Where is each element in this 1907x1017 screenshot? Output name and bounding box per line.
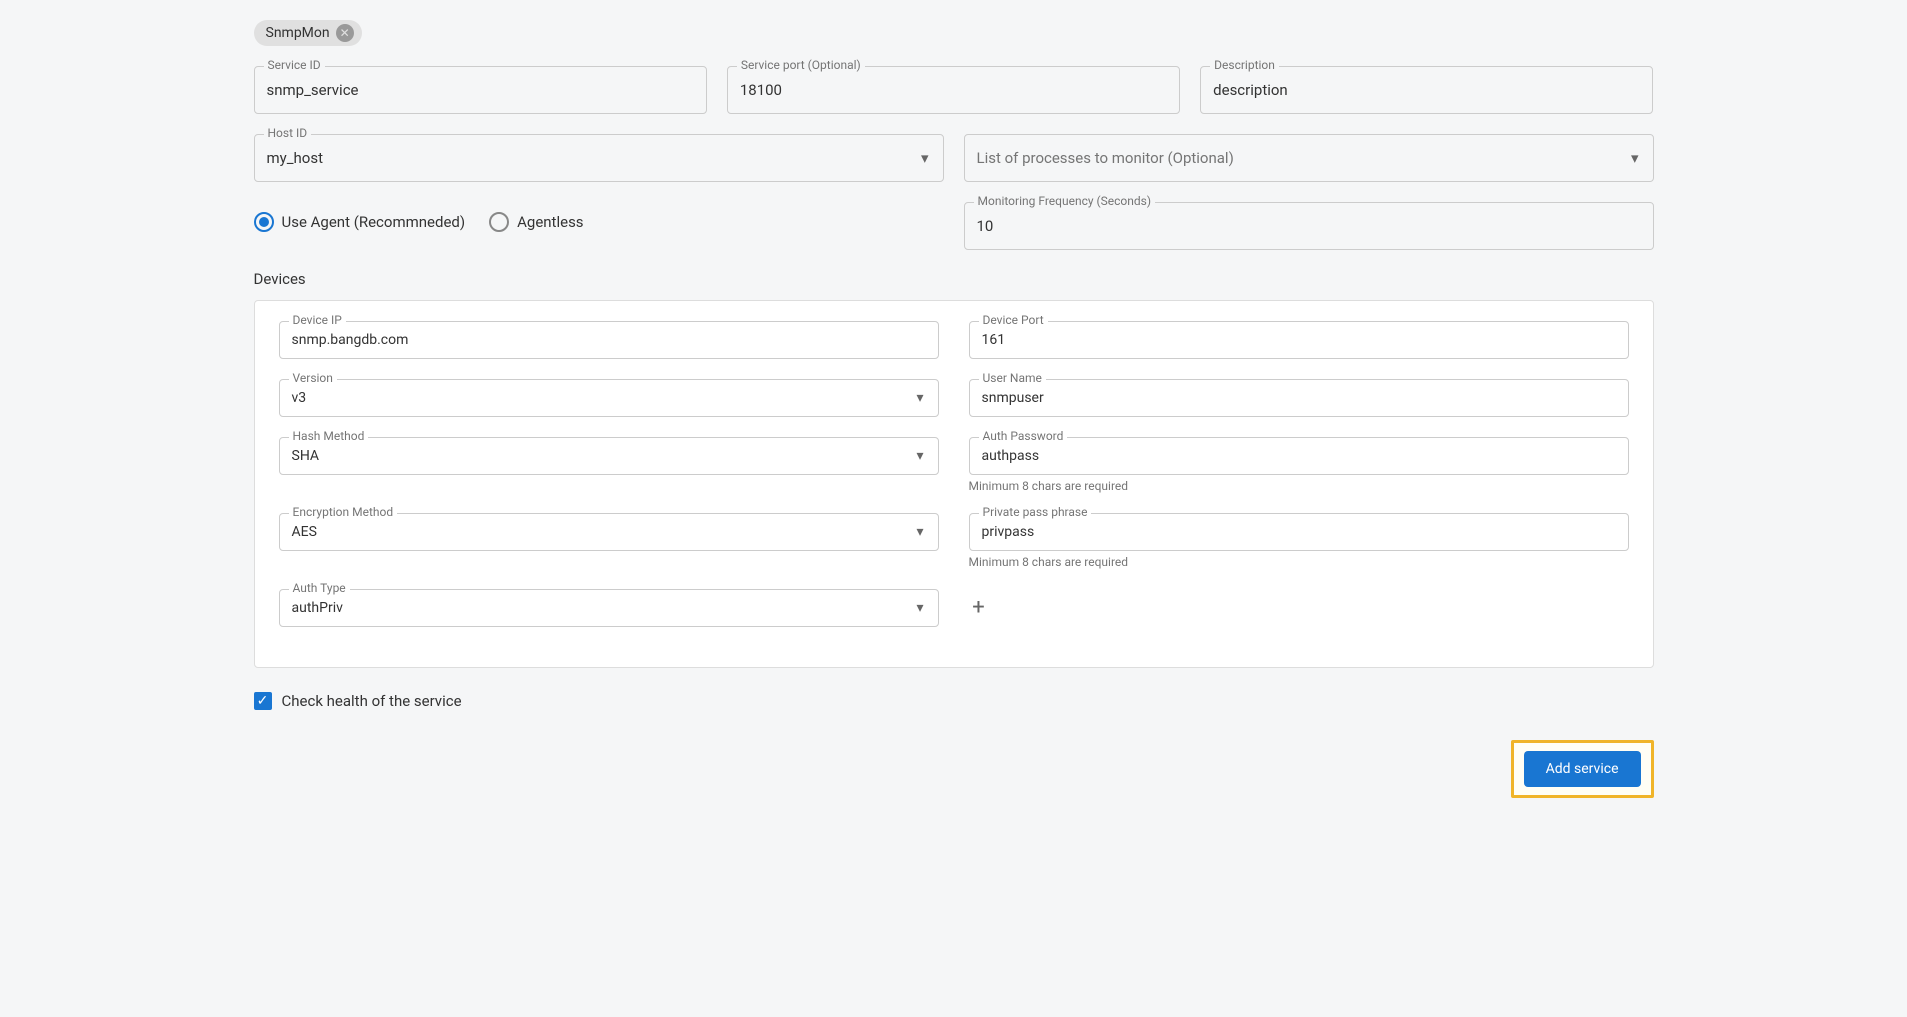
field-add-device: + [969,589,1629,627]
radio-icon-checked [254,212,274,232]
input-auth-password[interactable] [969,437,1629,475]
chip-close-icon[interactable]: ✕ [336,24,354,42]
field-auth-password: Auth Password Minimum 8 chars are requir… [969,437,1629,493]
label-user-name: User Name [979,371,1046,385]
chevron-down-icon: ▾ [916,390,923,406]
input-service-port[interactable] [727,66,1180,114]
label-host-id: Host ID [264,126,312,140]
checkbox-label-health: Check health of the service [282,692,462,710]
chip-snmpmon: SnmpMon ✕ [254,20,362,46]
label-monitoring-freq: Monitoring Frequency (Seconds) [974,194,1156,208]
label-description: Description [1210,58,1279,72]
chip-label: SnmpMon [266,25,330,41]
helper-private-pass: Minimum 8 chars are required [969,555,1629,569]
label-private-pass: Private pass phrase [979,505,1092,519]
chevron-down-icon: ▾ [916,600,923,616]
select-hash-method-value: SHA [292,448,320,464]
field-host-id: Host ID my_host ▾ [254,134,944,182]
field-encryption-method: Encryption Method AES ▾ [279,513,939,569]
select-process-list[interactable]: List of processes to monitor (Optional) … [964,134,1654,182]
select-version[interactable]: v3 ▾ [279,379,939,417]
field-version: Version v3 ▾ [279,379,939,417]
field-description: Description [1200,66,1653,114]
label-auth-password: Auth Password [979,429,1068,443]
radio-agentless[interactable]: Agentless [489,212,583,232]
field-hash-method: Hash Method SHA ▾ [279,437,939,493]
select-host-id[interactable]: my_host ▾ [254,134,944,182]
input-device-ip[interactable] [279,321,939,359]
checkbox-health[interactable]: ✓ Check health of the service [254,692,1654,710]
radio-icon-unchecked [489,212,509,232]
field-auth-type: Auth Type authPriv ▾ [279,589,939,627]
label-auth-type: Auth Type [289,581,350,595]
chevron-down-icon: ▾ [916,448,923,464]
field-private-pass: Private pass phrase Minimum 8 chars are … [969,513,1629,569]
field-user-name: User Name [969,379,1629,417]
select-auth-type[interactable]: authPriv ▾ [279,589,939,627]
helper-auth-password: Minimum 8 chars are required [969,479,1629,493]
label-hash-method: Hash Method [289,429,369,443]
input-service-id[interactable] [254,66,707,114]
field-service-id: Service ID [254,66,707,114]
field-monitoring-freq: Monitoring Frequency (Seconds) [964,202,1654,250]
input-monitoring-freq[interactable] [964,202,1654,250]
select-encryption-method-value: AES [292,524,317,540]
device-panel: Device IP Device Port Version v3 ▾ User … [254,300,1654,668]
section-label-devices: Devices [254,270,1654,288]
chevron-down-icon: ▾ [916,524,923,540]
highlight-add-service: Add service [1511,740,1654,798]
label-device-ip: Device IP [289,313,346,327]
add-service-button[interactable]: Add service [1524,751,1641,787]
field-process-list: List of processes to monitor (Optional) … [964,134,1654,182]
radio-label-use-agent: Use Agent (Recommneded) [282,213,466,231]
input-user-name[interactable] [969,379,1629,417]
label-service-port: Service port (Optional) [737,58,865,72]
field-device-port: Device Port [969,321,1629,359]
radio-use-agent[interactable]: Use Agent (Recommneded) [254,212,466,232]
label-encryption-method: Encryption Method [289,505,398,519]
label-service-id: Service ID [264,58,325,72]
chevron-down-icon: ▾ [1631,149,1639,167]
radio-label-agentless: Agentless [517,213,583,231]
chevron-down-icon: ▾ [921,149,929,167]
label-version: Version [289,371,337,385]
field-service-port: Service port (Optional) [727,66,1180,114]
checkbox-icon-checked: ✓ [254,692,272,710]
select-host-id-value: my_host [267,149,323,167]
plus-icon[interactable]: + [969,597,989,617]
input-device-port[interactable] [969,321,1629,359]
select-auth-type-value: authPriv [292,600,343,616]
label-device-port: Device Port [979,313,1048,327]
select-hash-method[interactable]: SHA ▾ [279,437,939,475]
field-device-ip: Device IP [279,321,939,359]
radio-group-agent: Use Agent (Recommneded) Agentless [254,202,584,242]
select-version-value: v3 [292,390,307,406]
check-icon: ✓ [257,694,269,708]
select-process-list-placeholder: List of processes to monitor (Optional) [977,149,1234,167]
input-description[interactable] [1200,66,1653,114]
